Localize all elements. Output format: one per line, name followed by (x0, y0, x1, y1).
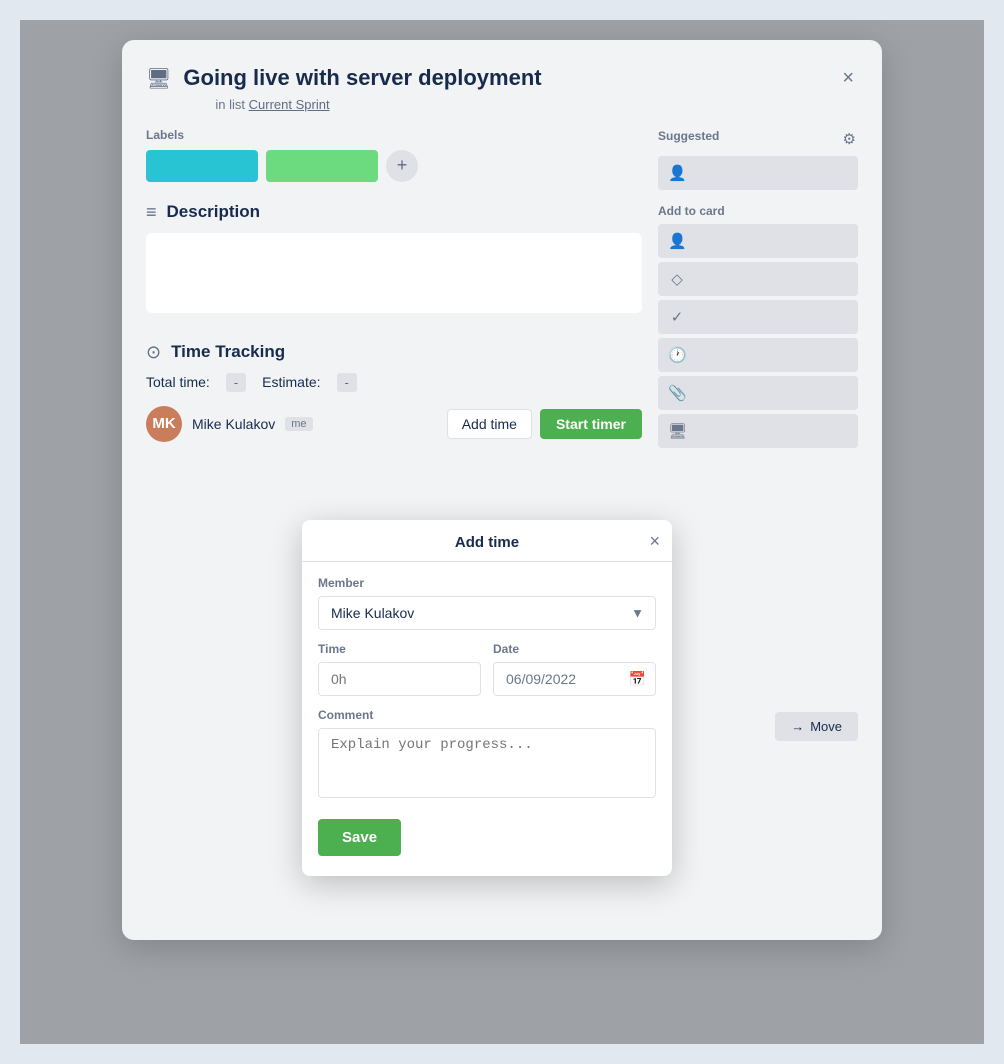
popup-header: Add time × (302, 520, 672, 562)
time-tracking-title: Time Tracking (171, 342, 285, 362)
card-title: Going live with server deployment (183, 64, 541, 93)
user-row: MK Mike Kulakov me Add time Start timer (146, 406, 642, 442)
suggested-title: Suggested (658, 129, 719, 143)
main-content: Labels + ≡ Description (146, 128, 858, 452)
add-to-card-section: Add to card 👤 ◇ ✓ 🕐 📎 (658, 204, 858, 448)
card-title-area: 🖥 Going live with server deployment in l… (146, 64, 838, 112)
description-section: ≡ Description (146, 202, 642, 318)
time-tracking-header: ⊙ Time Tracking (146, 342, 642, 363)
estimate-value: - (337, 373, 357, 392)
add-member-button[interactable]: 👤 (658, 224, 858, 258)
card-breadcrumb: in list Current Sprint (215, 97, 541, 112)
label-chip-green[interactable] (266, 150, 378, 182)
right-column: Suggested ⚙ 👤 Add to card 👤 ◇ (658, 128, 858, 452)
list-link[interactable]: Current Sprint (249, 97, 330, 112)
close-button[interactable]: × (838, 64, 858, 92)
description-header: ≡ Description (146, 202, 642, 223)
popup-title: Add time (455, 534, 519, 551)
comment-field-label: Comment (318, 708, 656, 722)
time-date-row: Time Date 📅 (318, 630, 656, 696)
attachment-icon: 📎 (668, 384, 686, 402)
add-member-icon: 👤 (668, 232, 686, 250)
time-field-label: Time (318, 642, 481, 656)
user-actions: Add time Start timer (447, 409, 642, 439)
comment-textarea[interactable] (318, 728, 656, 798)
checklist-icon: ✓ (668, 308, 686, 326)
suggested-member-button[interactable]: 👤 (658, 156, 858, 190)
time-tracking-icon: ⊙ (146, 342, 161, 363)
add-cover-button[interactable]: 🖥 (658, 414, 858, 448)
add-time-button[interactable]: Add time (447, 409, 532, 439)
popup-save-button[interactable]: Save (318, 819, 401, 856)
move-button[interactable]: → Move (775, 712, 858, 741)
popup-close-button[interactable]: × (649, 532, 660, 550)
member-select[interactable]: Mike Kulakov (318, 596, 656, 630)
labels-row: + (146, 150, 642, 182)
user-name: Mike Kulakov (192, 416, 275, 432)
date-input[interactable] (493, 662, 656, 696)
date-field-label: Date (493, 642, 656, 656)
labels-section: Labels + (146, 128, 642, 182)
label-chip-blue[interactable] (146, 150, 258, 182)
date-col: Date 📅 (493, 630, 656, 696)
user-avatar: MK (146, 406, 182, 442)
move-label: Move (810, 719, 842, 734)
suggested-section: Suggested ⚙ 👤 (658, 128, 858, 190)
me-badge: me (285, 417, 312, 431)
time-col: Time (318, 630, 481, 696)
card-modal: 🖥 Going live with server deployment in l… (122, 40, 882, 940)
left-column: Labels + ≡ Description (146, 128, 642, 452)
time-tracking-section: ⊙ Time Tracking Total time: - Estimate: … (146, 342, 642, 442)
add-checklist-button[interactable]: ✓ (658, 300, 858, 334)
time-input[interactable] (318, 662, 481, 696)
add-label-sidebar-button[interactable]: ◇ (658, 262, 858, 296)
labels-section-title: Labels (146, 128, 642, 142)
cover-icon: 🖥 (668, 422, 686, 440)
card-type-icon: 🖥 (146, 66, 171, 91)
total-time-label: Total time: (146, 374, 210, 390)
due-date-icon: 🕐 (668, 346, 686, 364)
add-due-date-button[interactable]: 🕐 (658, 338, 858, 372)
in-list-label: in list (215, 97, 245, 112)
add-attachment-button[interactable]: 📎 (658, 376, 858, 410)
suggested-header: Suggested ⚙ (658, 128, 858, 150)
description-title: Description (167, 202, 261, 222)
member-field-label: Member (318, 576, 656, 590)
label-icon: ◇ (668, 270, 686, 288)
gear-button[interactable]: ⚙ (841, 128, 858, 150)
move-icon: → (791, 719, 804, 734)
member-icon: 👤 (668, 164, 686, 182)
popup-body: Member Mike Kulakov ▼ Time Date (302, 576, 672, 856)
start-timer-button[interactable]: Start timer (540, 409, 642, 439)
card-header: 🖥 Going live with server deployment in l… (146, 64, 858, 112)
date-input-wrapper: 📅 (493, 662, 656, 696)
member-select-wrapper: Mike Kulakov ▼ (318, 596, 656, 630)
add-time-popup: Add time × Member Mike Kulakov ▼ Time (302, 520, 672, 876)
description-textarea[interactable] (146, 233, 642, 313)
estimate-label: Estimate: (262, 374, 320, 390)
add-to-card-title: Add to card (658, 204, 858, 218)
add-label-button[interactable]: + (386, 150, 418, 182)
description-icon: ≡ (146, 202, 157, 223)
total-time-value: - (226, 373, 246, 392)
time-row: Total time: - Estimate: - (146, 373, 642, 392)
